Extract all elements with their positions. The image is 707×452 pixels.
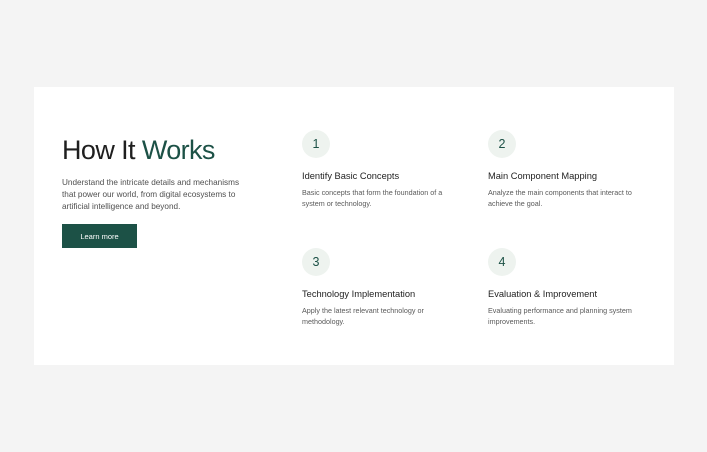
intro-block: How It Works Understand the intricate de… xyxy=(62,133,262,248)
step-item: 1 Identify Basic Concepts Basic concepts… xyxy=(302,130,462,209)
step-number-badge: 3 xyxy=(302,248,330,276)
step-number-badge: 2 xyxy=(488,130,516,158)
step-description: Evaluating performance and planning syst… xyxy=(488,306,632,326)
step-title: Identify Basic Concepts xyxy=(302,171,400,181)
section-description: Understand the intricate details and mec… xyxy=(62,178,240,211)
section-title: How It Works xyxy=(62,133,262,167)
how-it-works-section: How It Works Understand the intricate de… xyxy=(34,87,674,365)
step-number-badge: 4 xyxy=(488,248,516,276)
title-accent: Works xyxy=(141,135,216,165)
step-title: Evaluation & Improvement xyxy=(488,289,598,299)
step-item: 4 Evaluation & Improvement Evaluating pe… xyxy=(488,248,648,327)
step-title: Main Component Mapping xyxy=(488,171,598,181)
learn-more-button[interactable]: Learn more xyxy=(62,224,137,248)
step-description: Basic concepts that form the foundation … xyxy=(302,188,443,208)
step-item: 3 Technology Implementation Apply the la… xyxy=(302,248,462,327)
step-title: Technology Implementation xyxy=(302,289,416,299)
step-description: Analyze the main components that interac… xyxy=(488,188,632,208)
title-prefix: How It xyxy=(62,135,136,165)
step-number-badge: 1 xyxy=(302,130,330,158)
step-description: Apply the latest relevant technology or … xyxy=(302,306,424,326)
step-item: 2 Main Component Mapping Analyze the mai… xyxy=(488,130,648,209)
